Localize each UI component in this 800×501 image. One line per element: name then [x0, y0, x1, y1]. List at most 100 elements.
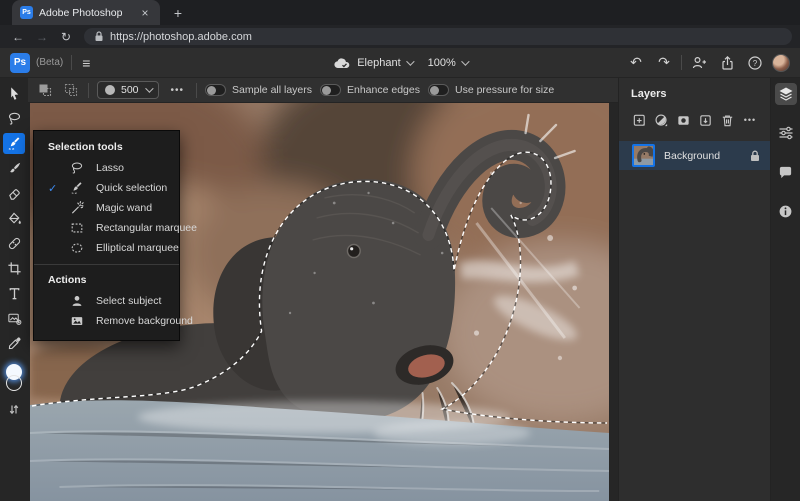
beta-label: (Beta)	[36, 57, 64, 68]
brush-size-dropdown[interactable]: 500	[97, 81, 159, 99]
toggle-knob	[429, 85, 439, 95]
comments-panel-button[interactable]	[775, 161, 797, 183]
toggle-knob	[322, 85, 331, 95]
eyedropper-tool-button[interactable]	[3, 333, 25, 354]
menu-section-title: Actions	[48, 274, 87, 286]
share-button[interactable]	[716, 52, 738, 74]
browser-tab-strip: Ps Adobe Photoshop × +	[0, 0, 800, 25]
back-button[interactable]: ←	[8, 28, 28, 46]
address-bar[interactable]: https://photoshop.adobe.com	[84, 28, 792, 45]
add-mask-button[interactable]	[675, 112, 691, 128]
info-panel-button[interactable]	[775, 200, 797, 222]
menu-item-magic-wand[interactable]: Magic wand	[34, 198, 179, 218]
rectangular-marquee-icon	[70, 221, 96, 235]
quick-selection-tool-button[interactable]	[3, 133, 25, 154]
menu-item-label: Select subject	[96, 295, 162, 307]
swap-colors-button[interactable]	[9, 402, 19, 420]
menu-item-lasso[interactable]: Lasso	[34, 158, 179, 178]
layer-thumbnail	[632, 144, 655, 167]
layers-more-button[interactable]: •••	[742, 112, 758, 128]
menu-item-label: Rectangular marquee	[96, 222, 197, 234]
menu-item-label: Elliptical marquee	[96, 242, 179, 254]
fill-bucket-tool-button[interactable]	[3, 208, 25, 229]
menu-item-label: Quick selection	[96, 182, 168, 194]
zoom-level-dropdown[interactable]: 100%	[428, 56, 470, 69]
menu-item-quick-selection[interactable]: ✓ Quick selection	[34, 178, 179, 198]
header-actions: ↶ ↷ ?	[625, 52, 790, 74]
browser-navbar: ← → ↻ https://photoshop.adobe.com	[0, 25, 800, 48]
screen: Ps Adobe Photoshop × + ← → ↻ https://pho…	[0, 0, 800, 501]
brush-tool-button[interactable]	[3, 158, 25, 179]
invite-people-button[interactable]	[688, 52, 710, 74]
quick-selection-icon	[70, 181, 96, 195]
add-layer-button[interactable]	[631, 112, 647, 128]
url-text: https://photoshop.adobe.com	[110, 30, 252, 43]
ps-logo: Ps	[10, 52, 30, 73]
document-name-dropdown[interactable]: Elephant	[357, 57, 415, 69]
toggle-knob	[207, 85, 217, 95]
reload-button[interactable]: ↻	[56, 28, 76, 46]
sample-all-layers-toggle-group: Sample all layers	[205, 84, 312, 96]
enhance-edges-label: Enhance edges	[347, 84, 420, 96]
hamburger-menu-button[interactable]: ≡	[82, 55, 90, 71]
tab-close-button[interactable]: ×	[138, 6, 152, 20]
chevron-down-icon	[144, 84, 154, 93]
delete-layer-button[interactable]	[720, 112, 736, 128]
use-pressure-label: Use pressure for size	[454, 84, 555, 96]
layers-actions-row: •••	[619, 100, 770, 128]
ps-favicon: Ps	[20, 6, 33, 19]
canvas-area[interactable]: Selection tools Lasso ✓ Quick selection …	[28, 103, 618, 501]
menu-item-select-subject[interactable]: Select subject	[34, 291, 179, 311]
user-avatar[interactable]	[772, 53, 790, 72]
help-button[interactable]: ?	[744, 52, 766, 74]
menu-item-rectangular-marquee[interactable]: Rectangular marquee	[34, 218, 197, 238]
lock-icon	[94, 31, 104, 42]
menu-item-label: Lasso	[96, 162, 125, 174]
healing-brush-tool-button[interactable]	[3, 233, 25, 254]
add-adjustment-button[interactable]	[653, 112, 669, 128]
use-pressure-toggle[interactable]	[427, 84, 449, 96]
magic-wand-icon	[70, 201, 96, 215]
select-subject-icon	[70, 294, 96, 308]
menu-item-remove-background[interactable]: Remove background	[34, 311, 193, 331]
crop-tool-button[interactable]	[3, 258, 25, 279]
divider	[681, 55, 682, 70]
clip-layer-button[interactable]	[698, 112, 714, 128]
sample-all-layers-toggle[interactable]	[205, 84, 227, 96]
undo-button[interactable]: ↶	[625, 52, 647, 74]
add-to-selection-button[interactable]	[36, 81, 54, 99]
new-tab-button[interactable]: +	[166, 1, 190, 25]
sample-all-layers-label: Sample all layers	[232, 84, 312, 96]
right-panel-strip	[770, 78, 800, 501]
use-pressure-toggle-group: Use pressure for size	[427, 84, 555, 96]
tab-title: Adobe Photoshop	[39, 6, 123, 19]
color-swatches[interactable]	[4, 364, 24, 394]
eraser-tool-button[interactable]	[3, 183, 25, 204]
forward-button[interactable]: →	[32, 28, 52, 46]
subtract-from-selection-button[interactable]	[62, 81, 80, 99]
more-options-button[interactable]: •••	[167, 85, 189, 96]
menu-item-elliptical-marquee[interactable]: Elliptical marquee	[34, 238, 179, 258]
move-tool-button[interactable]	[3, 83, 25, 104]
ps-header: Ps (Beta) ≡ Elephant 100% ↶ ↷ ?	[0, 48, 800, 78]
image-adjust-tool-button[interactable]	[3, 308, 25, 329]
type-tool-button[interactable]	[3, 283, 25, 304]
layer-row-background[interactable]: Background	[619, 141, 770, 170]
browser-tab[interactable]: Ps Adobe Photoshop ×	[12, 0, 160, 25]
brush-size-value: 500	[121, 84, 139, 96]
lock-icon[interactable]	[750, 150, 760, 162]
enhance-edges-toggle[interactable]	[320, 84, 341, 96]
background-color-swatch[interactable]	[6, 375, 22, 391]
brush-preview-icon	[105, 85, 115, 95]
adjustments-panel-button[interactable]	[775, 122, 797, 144]
menu-item-label: Magic wand	[96, 202, 153, 214]
layers-panel: Layers ••• Background	[618, 78, 770, 501]
layers-panel-title: Layers	[631, 88, 667, 100]
chevron-down-icon	[460, 56, 470, 66]
menu-divider	[34, 264, 179, 265]
elliptical-marquee-icon	[70, 241, 96, 255]
left-toolbar	[0, 78, 28, 501]
redo-button[interactable]: ↷	[653, 52, 675, 74]
layers-panel-button[interactable]	[774, 83, 797, 105]
lasso-tool-button[interactable]	[3, 108, 25, 129]
